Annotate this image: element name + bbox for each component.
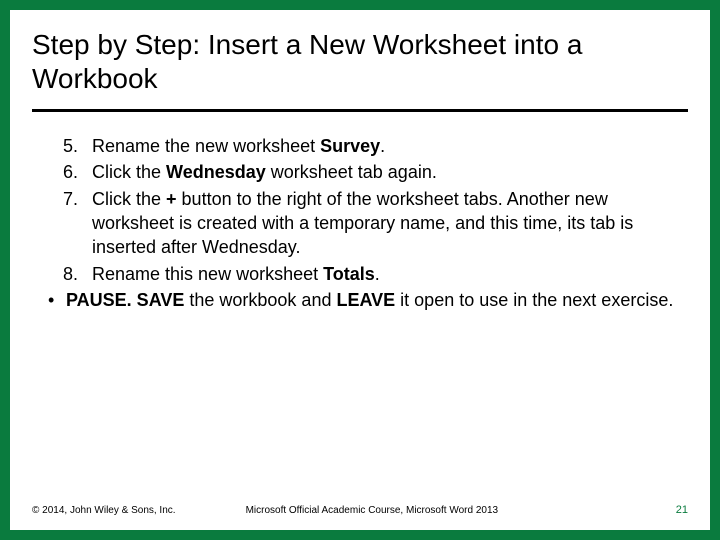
step-number: 6. bbox=[46, 160, 92, 184]
footer-course: Microsoft Official Academic Course, Micr… bbox=[176, 505, 676, 516]
step-7: 7. Click the + button to the right of th… bbox=[46, 187, 674, 260]
content-area: 5. Rename the new worksheet Survey. 6. C… bbox=[10, 112, 710, 312]
step-text: Click the + button to the right of the w… bbox=[92, 187, 674, 260]
pause-note: • PAUSE. SAVE the workbook and LEAVE it … bbox=[46, 288, 674, 312]
step-number: 8. bbox=[46, 262, 92, 286]
step-6: 6. Click the Wednesday worksheet tab aga… bbox=[46, 160, 674, 184]
step-8: 8. Rename this new worksheet Totals. bbox=[46, 262, 674, 286]
step-5: 5. Rename the new worksheet Survey. bbox=[46, 134, 674, 158]
footer: © 2014, John Wiley & Sons, Inc. Microsof… bbox=[32, 504, 688, 516]
pause-text: PAUSE. SAVE the workbook and LEAVE it op… bbox=[66, 288, 674, 312]
slide-title: Step by Step: Insert a New Worksheet int… bbox=[32, 28, 688, 95]
title-area: Step by Step: Insert a New Worksheet int… bbox=[10, 10, 710, 103]
slide: Step by Step: Insert a New Worksheet int… bbox=[10, 10, 710, 530]
step-list: 5. Rename the new worksheet Survey. 6. C… bbox=[46, 134, 674, 286]
step-text: Rename this new worksheet Totals. bbox=[92, 262, 674, 286]
footer-page-number: 21 bbox=[676, 504, 688, 516]
step-number: 7. bbox=[46, 187, 92, 260]
bullet-icon: • bbox=[46, 288, 66, 312]
step-text: Rename the new worksheet Survey. bbox=[92, 134, 674, 158]
step-text: Click the Wednesday worksheet tab again. bbox=[92, 160, 674, 184]
step-number: 5. bbox=[46, 134, 92, 158]
footer-copyright: © 2014, John Wiley & Sons, Inc. bbox=[32, 505, 176, 516]
